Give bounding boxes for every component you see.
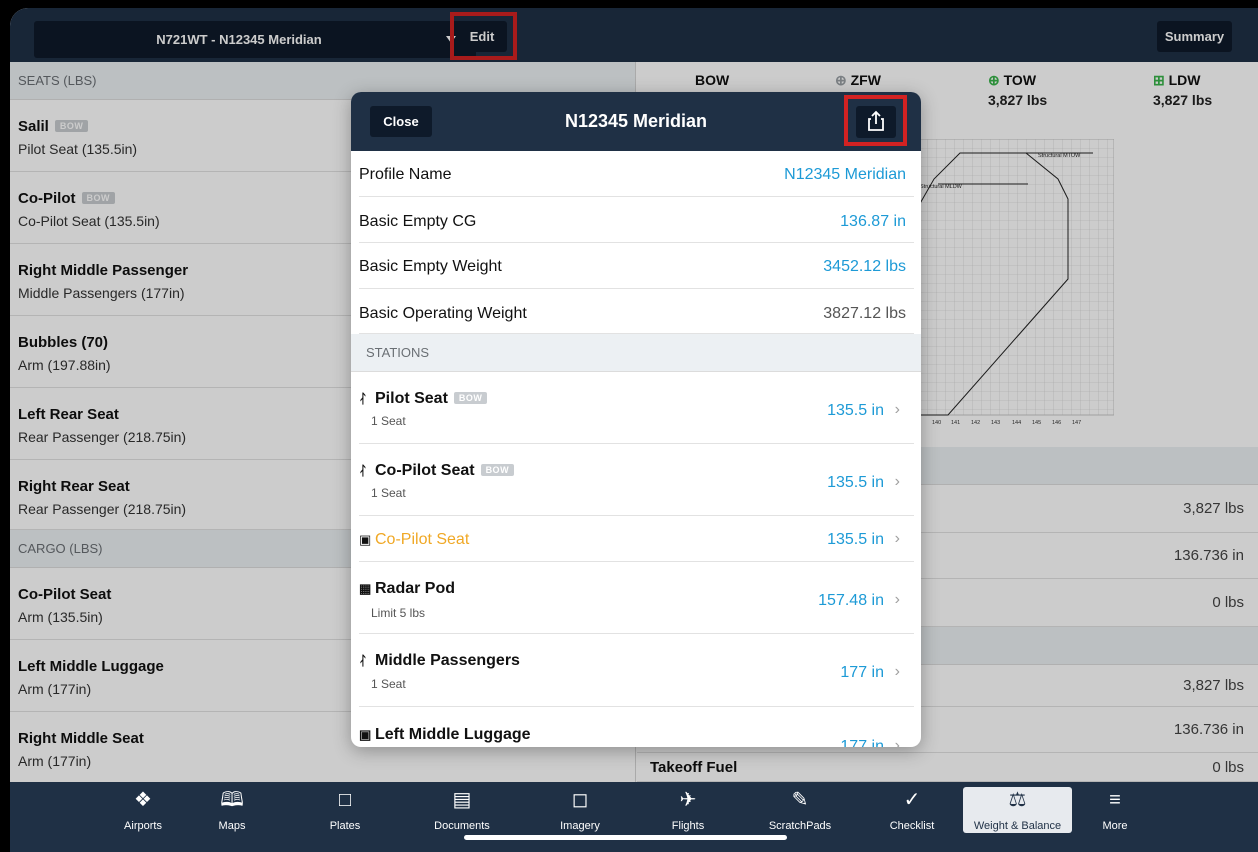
row-label: Basic Empty CG [359, 213, 477, 230]
plates-icon: □ [338, 789, 352, 811]
tab-label: Checklist [889, 820, 935, 832]
bow-badge: BOW [453, 392, 488, 404]
station-arm: 157.48 in [818, 592, 884, 609]
station-capacity: 1 Seat [371, 677, 406, 691]
tab-label: ScratchPads [768, 820, 832, 832]
row-value: N12345 Meridian [784, 166, 906, 183]
weight-balance-icon: ⚖ [1008, 789, 1027, 811]
tab-plates[interactable]: □ Plates [320, 782, 370, 852]
share-button[interactable] [856, 106, 896, 138]
row-label: Basic Empty Weight [359, 258, 502, 275]
basic-empty-weight-row[interactable]: Basic Empty Weight 3452.12 lbs [359, 243, 914, 289]
basic-empty-cg-row[interactable]: Basic Empty CG 136.87 in [359, 197, 914, 243]
profile-name-row[interactable]: Profile Name N12345 Meridian [359, 151, 914, 197]
airports-icon: ❖ [134, 789, 152, 811]
imagery-icon: ◻ [571, 789, 589, 811]
row-value: 3827.12 lbs [823, 305, 906, 322]
cargo-box-icon: ▣ [359, 532, 372, 547]
station-name: Pilot Seat [375, 390, 448, 407]
station-arm: 177 in [840, 664, 884, 681]
documents-icon: ▤ [452, 789, 472, 811]
station-name: Left Middle Luggage [375, 726, 531, 743]
station-arm: 177 in [840, 738, 884, 747]
flights-icon: ✈ [679, 789, 697, 811]
row-value: 136.87 in [840, 213, 906, 230]
chevron-right-icon: › [894, 737, 900, 747]
tab-label: Flights [671, 820, 705, 832]
tab-documents[interactable]: ▤ Documents [422, 782, 502, 852]
tab-scratchpads[interactable]: ✎ ScratchPads [755, 782, 845, 852]
tab-more[interactable]: ≡ More [1090, 782, 1140, 852]
chevron-right-icon: › [894, 473, 900, 490]
station-name: Middle Passengers [375, 652, 520, 669]
station-row[interactable]: ᛮ Pilot Seat BOW 1 Seat 135.5 in › [359, 372, 914, 444]
stations-section-header: STATIONS [351, 334, 921, 372]
chevron-right-icon: › [894, 401, 900, 418]
station-row[interactable]: ᛮ Middle Passengers 1 Seat 177 in › [359, 634, 914, 707]
maps-icon: 🕮 [220, 789, 244, 811]
station-row[interactable]: ▦ Radar Pod Limit 5 lbs 157.48 in › [359, 562, 914, 634]
cargo-box-icon: ▣ [359, 727, 372, 742]
station-name: Radar Pod [375, 580, 456, 597]
chevron-right-icon: › [894, 663, 900, 680]
tab-label: More [1102, 820, 1128, 832]
station-row[interactable]: ▣ Co-Pilot Seat 135.5 in › [359, 516, 914, 562]
seat-icon: ᛮ [359, 463, 367, 478]
tab-maps[interactable]: 🕮 Maps [202, 782, 262, 852]
bow-badge: BOW [480, 464, 515, 476]
app-window: N721WT - N12345 Meridian Edit Summary SE… [10, 8, 1258, 852]
tab-imagery[interactable]: ◻ Imagery [545, 782, 615, 852]
bottom-tab-bar: ❖ Airports 🕮 Maps □ Plates ▤ Documents ◻ Imag… [10, 782, 1258, 852]
tab-label: Documents [434, 820, 490, 832]
station-arm: 135.5 in [827, 402, 884, 419]
tab-label: Weight & Balance [973, 820, 1062, 832]
close-button[interactable]: Close [370, 106, 432, 137]
station-row[interactable]: ᛮ Co-Pilot Seat BOW 1 Seat 135.5 in › [359, 444, 914, 516]
station-name: Co-Pilot Seat [375, 531, 470, 548]
home-indicator [464, 835, 787, 840]
station-row[interactable]: ▣ Left Middle Luggage 177 in › [359, 707, 914, 747]
basic-operating-weight-row: Basic Operating Weight 3827.12 lbs [359, 289, 914, 334]
station-arm: 135.5 in [827, 474, 884, 491]
modal-header: N12345 Meridian Close [351, 92, 921, 151]
row-value: 3452.12 lbs [823, 258, 906, 275]
station-capacity: 1 Seat [371, 486, 406, 500]
share-icon [868, 110, 884, 131]
chevron-right-icon: › [894, 530, 900, 547]
station-capacity: 1 Seat [371, 414, 406, 428]
tab-label: Plates [329, 820, 361, 832]
tab-weight-balance[interactable]: ⚖ Weight & Balance [963, 782, 1072, 852]
row-label: Profile Name [359, 166, 452, 183]
seat-icon: ᛮ [359, 391, 367, 406]
modal-title: N12345 Meridian [564, 111, 708, 131]
tab-label: Airports [124, 820, 162, 832]
more-icon: ≡ [1109, 789, 1121, 811]
station-capacity: Limit 5 lbs [371, 606, 426, 620]
tab-label: Imagery [560, 820, 600, 832]
aircraft-profile-modal: N12345 Meridian Close Profile Name N12345… [351, 92, 921, 747]
chevron-right-icon: › [894, 591, 900, 608]
tab-flights[interactable]: ✈ Flights [658, 782, 718, 852]
checklist-icon: ✓ [903, 789, 921, 811]
scratchpads-icon: ✎ [791, 789, 809, 811]
pod-grid-icon: ▦ [359, 581, 372, 596]
station-arm: 135.5 in [827, 531, 884, 548]
tab-checklist[interactable]: ✓ Checklist [877, 782, 947, 852]
row-label: Basic Operating Weight [359, 305, 527, 322]
station-name: Co-Pilot Seat [375, 462, 475, 479]
seat-icon: ᛮ [359, 653, 367, 668]
tab-airports[interactable]: ❖ Airports [108, 782, 178, 852]
tab-label: Maps [218, 820, 246, 832]
